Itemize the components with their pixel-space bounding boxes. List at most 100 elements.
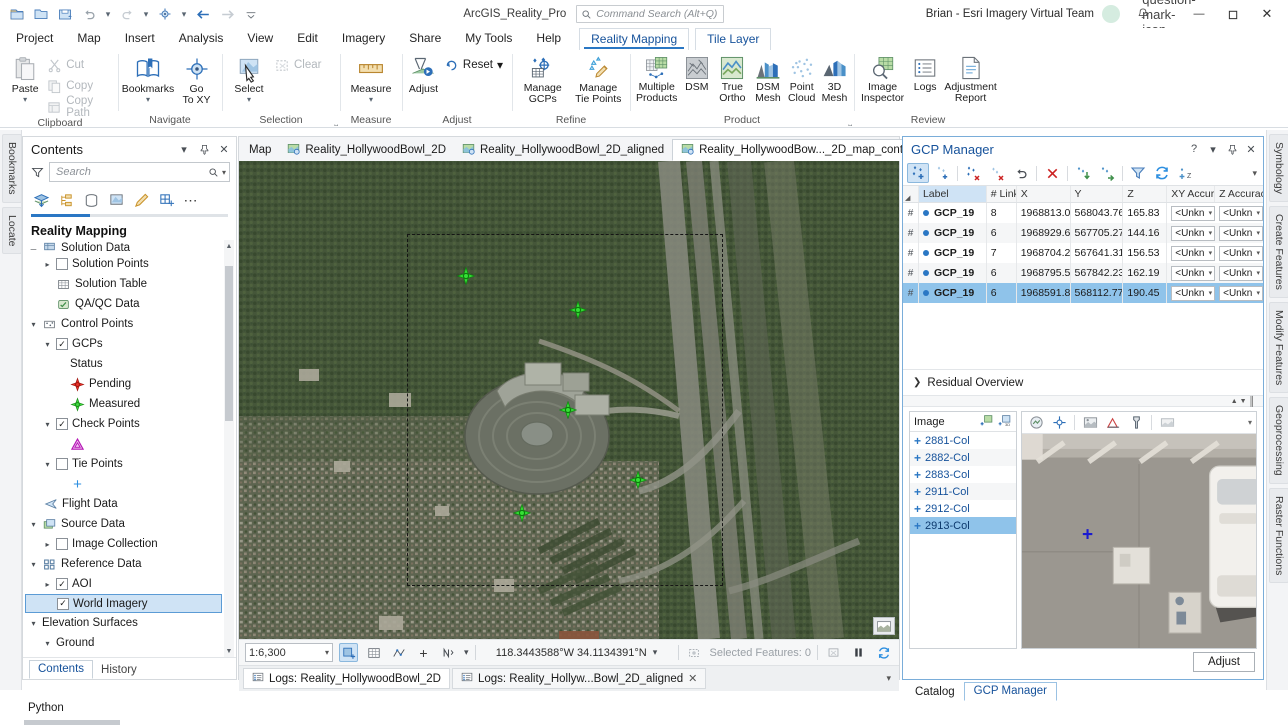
list-by-data-store-icon[interactable] [81,190,101,210]
table-row[interactable]: # GCP_19 6 1968795.5 567842.23 162.19 <U… [903,263,1263,283]
add-point-icon[interactable]: + [414,643,433,662]
add-check-point-icon[interactable] [931,163,953,183]
explore-dropdown-icon[interactable]: ▾ [178,3,190,25]
export-gcp-icon[interactable] [1096,163,1118,183]
selection-dialog-launcher-icon[interactable]: ⎵ [334,116,338,127]
question-mark-icon[interactable]: question-mark-icon [1156,3,1182,25]
toc-item-pending[interactable]: Pending [25,374,236,394]
toc-item-ground[interactable]: ▾ Ground [25,633,236,653]
toc-item-reference-data[interactable]: ▾ Reference Data [25,554,236,574]
minimize-button[interactable]: — [1182,0,1216,28]
toc-checkbox[interactable] [56,538,68,550]
expand-toggle-icon[interactable]: ▾ [43,340,52,349]
copy-button[interactable]: Copy [45,76,114,96]
xy-accuracy-select[interactable]: <Unkn▾ [1171,206,1215,221]
redo-dropdown-icon[interactable]: ▾ [140,3,152,25]
xy-accuracy-select[interactable]: <Unkn▾ [1171,286,1215,301]
add-link-icon[interactable]: + [914,434,921,448]
refresh-icon[interactable] [874,643,893,662]
gcp-col-select-all[interactable]: ◢ [903,186,919,202]
open-project-icon[interactable] [30,3,52,25]
search-dropdown-icon[interactable]: ▾ [222,168,226,177]
chevron-down-icon[interactable]: ▾ [1205,140,1221,158]
toc-item-elevation-surfaces[interactable]: ▾ Elevation Surfaces [25,613,236,633]
toc-checkbox[interactable] [56,258,68,270]
toc-item-control-points[interactable]: ▾ Control Points [25,314,236,334]
tab-gcp-manager[interactable]: GCP Manager [964,682,1057,701]
toc-checkbox[interactable]: ✓ [56,418,68,430]
gcp-toolbar-overflow-icon[interactable]: ▾ [1252,168,1259,179]
snapping-icon[interactable] [389,643,408,662]
table-row[interactable]: # GCP_19 7 1968704.2 567641.31 156.53 <U… [903,243,1263,263]
tab-logs-reality-hollywoodbowl-2d[interactable]: Logs: Reality_HollywoodBowl_2D [243,668,450,689]
expand-toggle-icon[interactable]: ▾ [29,560,38,569]
menu-imagery[interactable]: Imagery [330,28,397,50]
remove-icon[interactable] [1041,163,1063,183]
scroll-down-icon[interactable]: ▼ [224,645,234,657]
add-link-icon[interactable]: + [914,485,921,499]
adjustment-report-button[interactable]: Adjustment Report [943,53,998,106]
list-item[interactable]: +2911-Col [910,483,1016,500]
add-image-link-icon[interactable] [980,414,994,430]
add-link-icon[interactable]: + [914,468,921,482]
pause-drawing-icon[interactable] [849,643,868,662]
tab-logs-reality-hollywoodbowl-2d-aligned[interactable]: Logs: Reality_Hollyw...Bowl_2D_aligned ✕ [452,668,706,689]
z-accuracy-select[interactable]: <Unkn▾ [1219,266,1263,281]
tab-map[interactable]: Map [241,139,279,161]
question-mark-icon[interactable]: ? [1186,140,1202,158]
scroll-up-icon[interactable]: ▲ [224,240,234,252]
next-extent-icon[interactable] [216,3,238,25]
table-row[interactable]: # GCP_19 8 1968813.0 568043.76 165.83 <U… [903,203,1263,223]
add-link-icon[interactable]: + [914,519,921,533]
list-by-drawing-order-icon[interactable] [31,190,51,210]
north-arrow-icon[interactable] [439,643,458,662]
splitter-up-icon[interactable]: ▲ [1231,398,1238,405]
menu-map[interactable]: Map [65,28,112,50]
tab-contents[interactable]: Contents [29,660,93,679]
paste-button[interactable]: Paste ▾ [6,53,44,106]
tab-reality-hollywoodbowl-2d-aligned[interactable]: Reality_HollywoodBowl_2D_aligned [454,139,672,161]
more-options-icon[interactable]: ⋯ [181,190,201,210]
gcp-marker-measured[interactable] [569,301,587,319]
map-scale-selector[interactable]: 1:6,300 ▾ [245,643,333,662]
z-accuracy-select[interactable]: <Unkn▾ [1219,226,1263,241]
previous-extent-icon[interactable] [192,3,214,25]
add-link-icon[interactable]: + [914,502,921,516]
toc-item-check-points[interactable]: ▾ ✓ Check Points [25,414,236,434]
menu-view[interactable]: View [235,28,285,50]
sidebar-item-modify-features[interactable]: Modify Features [1269,302,1288,393]
pin-icon[interactable] [196,140,212,158]
customize-qat-icon[interactable] [240,3,262,25]
xy-accuracy-select[interactable]: <Unkn▾ [1171,226,1215,241]
save-as-project-icon[interactable] [54,3,76,25]
residual-overview-section[interactable]: ❯ Residual Overview [903,369,1263,395]
dsm-button[interactable]: DSM [680,53,713,95]
selection-layer-icon[interactable] [685,643,704,662]
gcp-marker-measured[interactable] [513,504,531,522]
histogram-icon[interactable] [1103,414,1123,432]
gcp-col-z-accuracy[interactable]: Z Accuracy [1215,186,1263,202]
list-item[interactable]: +2913-Col [910,517,1016,534]
logs-tabs-overflow-icon[interactable]: ▾ [886,673,899,684]
pin-icon[interactable] [1224,140,1240,158]
list-item[interactable]: +2881-Col [910,432,1016,449]
delete-gcp-icon[interactable] [962,163,984,183]
table-row[interactable]: # GCP_19 6 1968929.6 567705.27 144.16 <U… [903,223,1263,243]
z-accuracy-select[interactable]: <Unkn▾ [1219,206,1263,221]
undo-icon[interactable] [78,3,100,25]
z-accuracy-select[interactable]: <Unkn▾ [1219,286,1263,301]
tab-history[interactable]: History [93,662,145,679]
list-item[interactable]: +2883-Col [910,466,1016,483]
close-icon[interactable]: ✕ [1243,140,1259,158]
expand-toggle-icon[interactable]: ▾ [29,320,38,329]
image-display-icon[interactable] [1157,414,1177,432]
dsm-mesh-button[interactable]: DSM Mesh [752,53,785,106]
gcp-col-label[interactable]: Label [919,186,987,202]
command-search-input[interactable]: Command Search (Alt+Q) [576,5,724,23]
pin-point-icon[interactable] [1126,414,1146,432]
bookmarks-button[interactable]: Bookmarks ▾ [122,53,174,106]
gcp-crosshair-icon[interactable]: + [1082,525,1093,544]
zoom-to-fit-icon[interactable] [1026,414,1046,432]
multiple-products-button[interactable]: Multiple Products [634,53,679,106]
sidebar-item-geoprocessing[interactable]: Geoprocessing [1269,397,1288,484]
